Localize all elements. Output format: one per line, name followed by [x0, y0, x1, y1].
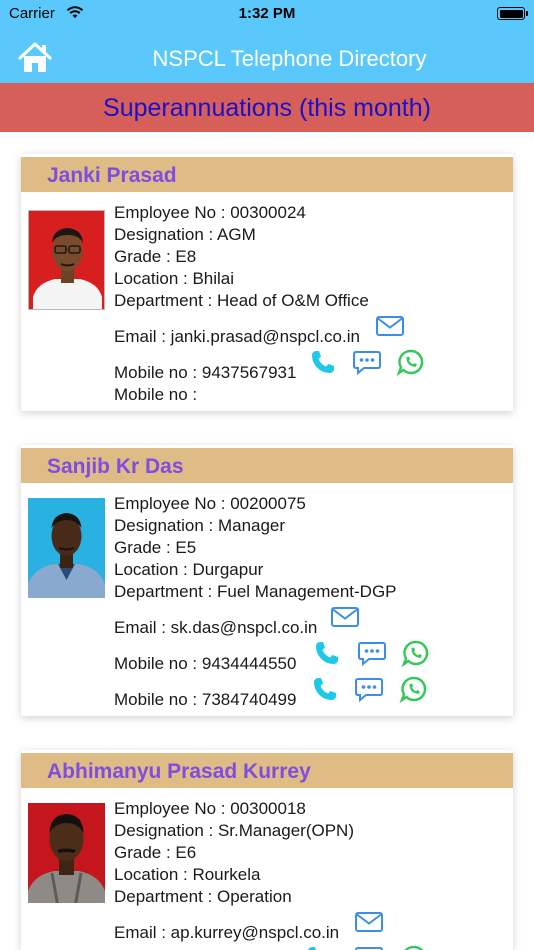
message-icon[interactable]: [357, 639, 387, 667]
employee-card-header: Janki Prasad: [21, 157, 513, 192]
employee-photo: [28, 803, 105, 903]
employee-card: Sanjib Kr Das Employee No : 00200075 Des…: [21, 445, 513, 716]
employee-location: Location : Bhilai: [114, 269, 235, 288]
mail-icon[interactable]: [330, 603, 360, 631]
employee-name: Abhimanyu Prasad Kurrey: [47, 760, 311, 783]
section-banner: Superannuations (this month): [0, 83, 534, 132]
employee-grade: Grade : E6: [114, 843, 197, 862]
employee-photo: [28, 498, 105, 598]
message-icon[interactable]: [354, 944, 384, 950]
employee-grade: Grade : E8: [114, 247, 197, 266]
status-bar: Carrier 1:32 PM: [0, 0, 534, 28]
employee-mobile-secondary: Mobile no :: [114, 385, 198, 404]
employee-name: Sanjib Kr Das: [47, 455, 184, 478]
whatsapp-icon[interactable]: [399, 944, 429, 950]
employee-photo: [28, 210, 105, 310]
battery-icon: [497, 7, 528, 20]
employee-email[interactable]: Email : ap.kurrey@nspcl.co.in: [114, 923, 339, 943]
mail-icon[interactable]: [354, 908, 384, 936]
employee-location: Location : Durgapur: [114, 560, 264, 579]
employee-mobile: Mobile no : 9437567931: [114, 363, 297, 382]
employee-number: Employee No : 00300018: [114, 799, 306, 818]
whatsapp-icon[interactable]: [399, 675, 429, 703]
employee-mobile-secondary: Mobile no : 7384740499: [114, 690, 297, 709]
employee-email[interactable]: Email : janki.prasad@nspcl.co.in: [114, 327, 360, 347]
clock: 1:32 PM: [238, 5, 296, 22]
employee-mobile: Mobile no : 9434444550: [114, 654, 297, 673]
whatsapp-icon[interactable]: [396, 348, 426, 376]
employee-designation: Designation : Manager: [114, 516, 286, 535]
page-title: NSPCL Telephone Directory: [152, 46, 427, 71]
employee-card: Abhimanyu Prasad Kurrey Employee No : 00…: [21, 750, 513, 950]
home-icon[interactable]: [18, 42, 52, 74]
employee-card-header: Sanjib Kr Das: [21, 448, 513, 483]
message-icon[interactable]: [354, 675, 384, 703]
employee-grade: Grade : E5: [114, 538, 197, 557]
phone-icon[interactable]: [311, 675, 341, 703]
navigation-bar: NSPCL Telephone Directory: [0, 28, 534, 83]
whatsapp-icon[interactable]: [401, 639, 431, 667]
employee-number: Employee No : 00200075: [114, 494, 306, 513]
employee-department: Department : Fuel Management-DGP: [114, 582, 397, 601]
employee-location: Location : Rourkela: [114, 865, 261, 884]
section-title: Superannuations (this month): [103, 94, 431, 122]
employee-email[interactable]: Email : sk.das@nspcl.co.in: [114, 618, 317, 638]
employee-number: Employee No : 00300024: [114, 203, 306, 222]
phone-icon[interactable]: [305, 944, 335, 950]
employee-designation: Designation : Sr.Manager(OPN): [114, 821, 354, 840]
phone-icon[interactable]: [313, 639, 343, 667]
employee-name: Janki Prasad: [47, 164, 177, 187]
employee-card-header: Abhimanyu Prasad Kurrey: [21, 753, 513, 788]
message-icon[interactable]: [352, 348, 382, 376]
employee-designation: Designation : AGM: [114, 225, 256, 244]
mail-icon[interactable]: [375, 312, 405, 340]
employee-department: Department : Head of O&M Office: [114, 291, 369, 310]
employee-card: Janki Prasad Employee No : 00300024 Desi…: [21, 154, 513, 411]
employee-department: Department : Operation: [114, 887, 292, 906]
phone-icon[interactable]: [309, 348, 339, 376]
